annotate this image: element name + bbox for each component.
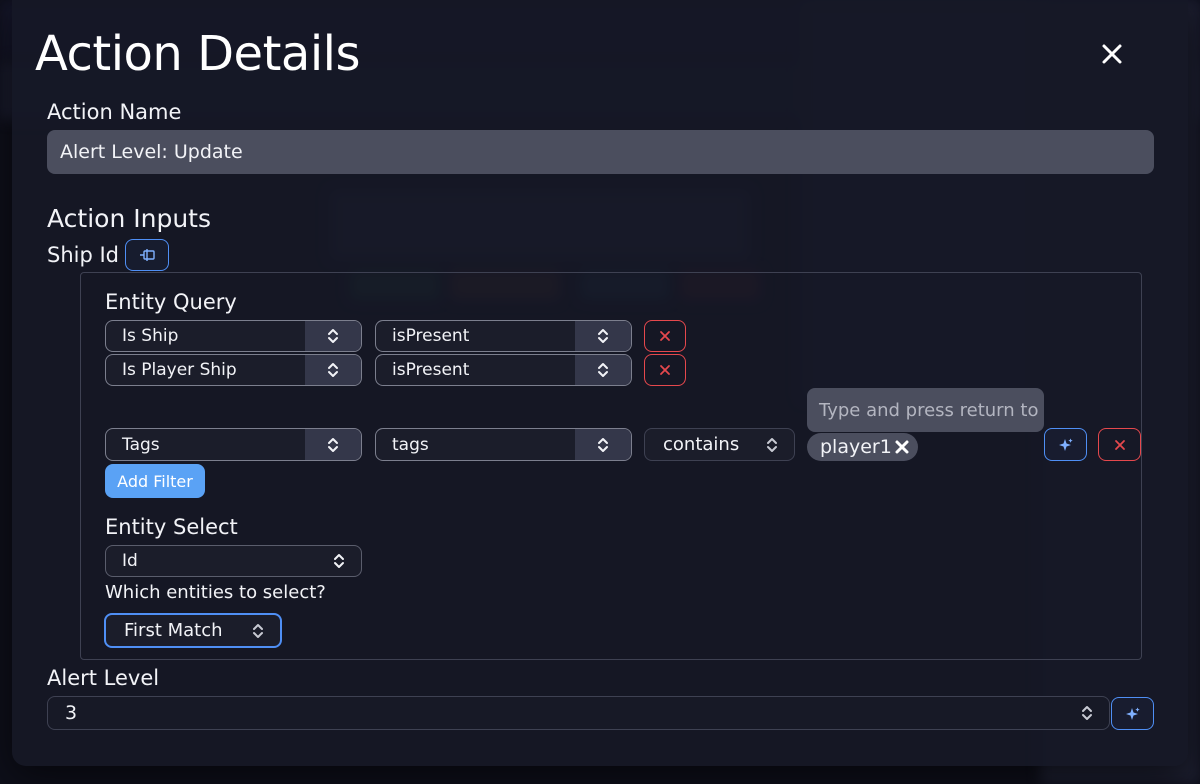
updown-chevron-icon xyxy=(236,615,280,646)
updown-chevron-icon xyxy=(750,429,794,460)
filter-field-select[interactable]: Is Player Ship xyxy=(105,354,362,386)
close-button[interactable] xyxy=(1096,38,1128,70)
component-icon xyxy=(140,249,155,261)
updown-chevron-icon xyxy=(317,546,361,576)
filter-field-value: Is Player Ship xyxy=(122,360,237,380)
filter-operator-value: tags xyxy=(392,434,429,455)
ship-id-label: Ship Id xyxy=(47,243,120,267)
alert-level-select[interactable]: 3 xyxy=(47,696,1110,730)
close-icon xyxy=(1102,44,1122,64)
filter-field-value: Is Ship xyxy=(122,326,179,346)
entity-select-title: Entity Select xyxy=(105,515,238,539)
x-icon xyxy=(1114,439,1125,450)
updown-chevron-icon xyxy=(575,429,631,460)
filter-comparison-select[interactable]: contains xyxy=(644,428,795,461)
filter-operator-select[interactable]: tags xyxy=(375,428,632,461)
x-icon xyxy=(660,331,670,341)
entity-query-title: Entity Query xyxy=(105,290,237,314)
remove-filter-button[interactable] xyxy=(644,354,686,386)
remove-tag-icon[interactable] xyxy=(894,439,910,455)
filter-operator-select[interactable]: isPresent xyxy=(375,320,632,352)
filter-comparison-value: contains xyxy=(663,434,740,455)
alert-level-value: 3 xyxy=(65,702,78,724)
action-name-label: Action Name xyxy=(47,100,182,124)
tag-chip-label: player1 xyxy=(820,436,892,458)
filter-operator-value: isPresent xyxy=(392,360,470,380)
sparkle-icon xyxy=(1058,438,1073,451)
entity-select-field[interactable]: Id xyxy=(105,545,362,577)
filter-field-select[interactable]: Is Ship xyxy=(105,320,362,352)
alert-level-label: Alert Level xyxy=(47,666,160,690)
updown-chevron-icon xyxy=(305,321,361,351)
filter-operator-select[interactable]: isPresent xyxy=(375,354,632,386)
filter-field-select[interactable]: Tags xyxy=(105,428,362,461)
add-filter-button[interactable]: Add Filter xyxy=(105,464,205,498)
remove-filter-button[interactable] xyxy=(1098,428,1141,461)
filter-field-value: Tags xyxy=(122,434,160,455)
tag-chip[interactable]: player1 xyxy=(807,433,918,461)
updown-chevron-icon xyxy=(575,321,631,351)
entity-select-value: Id xyxy=(122,551,138,571)
updown-chevron-icon xyxy=(305,429,361,460)
updown-chevron-icon xyxy=(1065,704,1109,722)
match-mode-select[interactable]: First Match xyxy=(104,613,282,648)
x-icon xyxy=(660,365,670,375)
remove-filter-button[interactable] xyxy=(644,320,686,352)
ship-id-mode-toggle[interactable] xyxy=(125,239,169,271)
updown-chevron-icon xyxy=(575,355,631,385)
which-entities-question: Which entities to select? xyxy=(105,582,326,603)
action-inputs-title: Action Inputs xyxy=(47,204,212,233)
action-name-input[interactable]: Alert Level: Update xyxy=(47,130,1154,174)
filter-operator-value: isPresent xyxy=(392,326,470,346)
sparkle-icon xyxy=(1125,707,1140,720)
updown-chevron-icon xyxy=(305,355,361,385)
modal-title: Action Details xyxy=(35,26,361,82)
alert-level-ai-assist-button[interactable] xyxy=(1111,697,1154,730)
tag-input-tooltip: Type and press return to xyxy=(807,388,1044,432)
match-mode-value: First Match xyxy=(124,620,223,641)
ai-assist-button[interactable] xyxy=(1044,428,1087,461)
